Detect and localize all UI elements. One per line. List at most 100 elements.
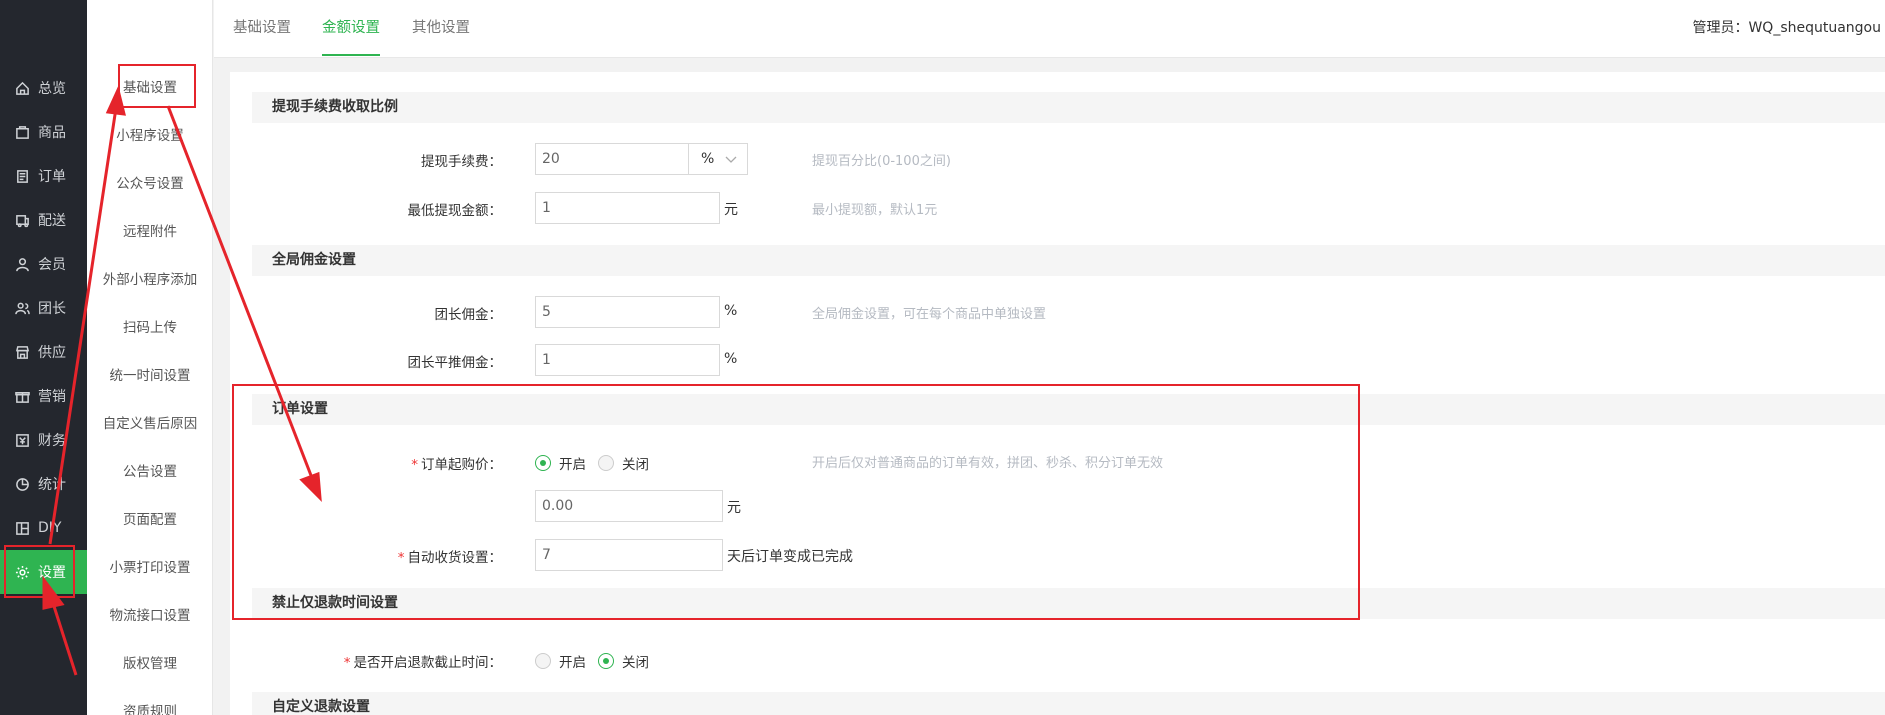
tab-basic-settings[interactable]: 基础设置 [233,16,291,56]
leader-commission-unit: % [724,303,738,319]
layout-icon [14,520,30,536]
referral-commission-unit: % [724,351,738,367]
admin-label: 管理员： [1692,20,1749,36]
refund-deadline-on-radio[interactable]: 开启 [535,651,586,671]
referral-commission-input[interactable]: 1 [535,344,720,376]
tab-other-settings[interactable]: 其他设置 [412,16,470,56]
sidebar-item-label: 团长 [38,301,66,317]
settings-form: 提现手续费收取比例 提现手续费： 20 % 提现百分比(0-100之间) 最低提… [230,72,1885,715]
order-icon [14,168,30,184]
withdraw-fee-unit-select[interactable]: % [688,143,748,175]
subnav-item-logistics[interactable]: 物流接口设置 [87,604,213,628]
delivery-icon [14,212,30,228]
radio-unchecked-icon [535,653,551,669]
sidebar-item-delivery[interactable]: 配送 [0,198,87,242]
subnav-item-miniprogram[interactable]: 小程序设置 [87,124,213,148]
sidebar-item-label: 总览 [38,81,66,97]
refund-deadline-label: * 是否开启退款截止时间： [343,655,502,671]
radio-label: 开启 [559,655,586,671]
sidebar-item-label: 会员 [38,257,66,273]
withdraw-min-hint: 最小提现额，默认1元 [812,203,938,218]
sidebar-item-products[interactable]: 商品 [0,110,87,154]
sidebar-item-overview[interactable]: 总览 [0,66,87,110]
subnav-item-aftersale-reasons[interactable]: 自定义售后原因 [87,412,213,436]
subnav-item-qualification[interactable]: 资质规则 [87,700,213,715]
sidebar-item-settings[interactable]: 设置 [0,550,87,594]
subnav-item-announcement[interactable]: 公告设置 [87,460,213,484]
supply-icon [14,344,30,360]
pie-chart-icon [14,476,30,492]
sidebar-item-finance[interactable]: 财务 [0,418,87,462]
sidebar-item-label: 供应 [38,345,66,361]
sidebar-item-label: 设置 [38,565,66,581]
auto-receive-input[interactable]: 7 [535,539,723,571]
sidebar-item-label: 统计 [38,477,66,493]
gear-icon [14,564,30,580]
top-bar: 基础设置 金额设置 其他设置 管理员：WQ_shequtuangou [214,0,1885,58]
leader-commission-input[interactable]: 5 [535,296,720,328]
subnav-item-remote-attachment[interactable]: 远程附件 [87,220,213,244]
section-custom-refund: 自定义退款设置 [252,692,1885,715]
order-min-price-input[interactable]: 0.00 [535,490,723,522]
admin-info: 管理员：WQ_shequtuangou [1692,17,1881,37]
order-min-price-on-radio[interactable]: 开启 [535,453,586,473]
leader-commission-hint: 全局佣金设置，可在每个商品中单独设置 [812,307,1047,322]
home-icon [14,80,30,96]
gift-icon [14,388,30,404]
member-icon [14,256,30,272]
sidebar-item-label: 财务 [38,433,66,449]
sidebar-item-supply[interactable]: 供应 [0,330,87,374]
sidebar-item-label: 商品 [38,125,66,141]
product-icon [14,124,30,140]
withdraw-fee-input[interactable]: 20 [535,143,689,175]
sidebar-item-label: DIY [38,520,62,536]
radio-label: 关闭 [622,655,649,671]
subnav-item-external-miniprogram[interactable]: 外部小程序添加 [87,268,213,292]
sidebar-item-orders[interactable]: 订单 [0,154,87,198]
auto-receive-suffix: 天后订单变成已完成 [727,549,853,565]
subnav-item-official-account[interactable]: 公众号设置 [87,172,213,196]
radio-label: 关闭 [622,457,649,473]
radio-unchecked-icon [598,455,614,471]
order-min-price-hint: 开启后仅对普通商品的订单有效，拼团、秒杀、积分订单无效 [812,456,1164,471]
leader-commission-label: 团长佣金： [434,307,503,323]
subnav-item-scan-upload[interactable]: 扫码上传 [87,316,213,340]
radio-checked-icon [535,455,551,471]
order-min-price-label: * 订单起购价： [411,457,502,473]
order-min-price-off-radio[interactable]: 关闭 [598,453,649,473]
settings-subnav: 基础设置 小程序设置 公众号设置 远程附件 外部小程序添加 扫码上传 统一时间设… [87,0,213,715]
subnav-item-receipt-printing[interactable]: 小票打印设置 [87,556,213,580]
withdraw-min-unit: 元 [724,202,738,218]
sidebar-item-members[interactable]: 会员 [0,242,87,286]
order-min-price-unit: 元 [727,500,741,516]
admin-name[interactable]: WQ_shequtuangou [1748,20,1881,36]
leader-icon [14,300,30,316]
section-refund-time: 禁止仅退款时间设置 [252,588,1885,619]
radio-label: 开启 [559,457,586,473]
withdraw-fee-hint: 提现百分比(0-100之间) [812,154,951,169]
sidebar-item-stats[interactable]: 统计 [0,462,87,506]
finance-icon [14,432,30,448]
withdraw-fee-label: 提现手续费： [421,154,502,170]
sidebar-item-diy[interactable]: DIY [0,506,87,550]
auto-receive-label: * 自动收货设置： [397,550,502,566]
chevron-down-icon [725,156,737,163]
radio-checked-icon [598,653,614,669]
withdraw-min-label: 最低提现金额： [407,203,503,219]
subnav-item-copyright[interactable]: 版权管理 [87,652,213,676]
subnav-item-page-config[interactable]: 页面配置 [87,508,213,532]
section-commission: 全局佣金设置 [252,245,1885,276]
sidebar-item-label: 营销 [38,389,66,405]
sidebar-item-marketing[interactable]: 营销 [0,374,87,418]
referral-commission-label: 团长平推佣金： [407,355,503,371]
main-sidebar: 总览 商品 订单 配送 会员 团长 供应 营销 财务 统计 DIY 设置 [0,0,87,715]
subnav-item-basic[interactable]: 基础设置 [87,76,213,100]
refund-deadline-off-radio[interactable]: 关闭 [598,651,649,671]
withdraw-fee-unit: % [701,151,715,167]
tab-amount-settings[interactable]: 金额设置 [322,16,380,56]
sidebar-item-label: 订单 [38,169,66,185]
subnav-item-unified-time[interactable]: 统一时间设置 [87,364,213,388]
section-withdraw-fee: 提现手续费收取比例 [252,92,1885,123]
sidebar-item-leaders[interactable]: 团长 [0,286,87,330]
withdraw-min-input[interactable]: 1 [535,192,720,224]
